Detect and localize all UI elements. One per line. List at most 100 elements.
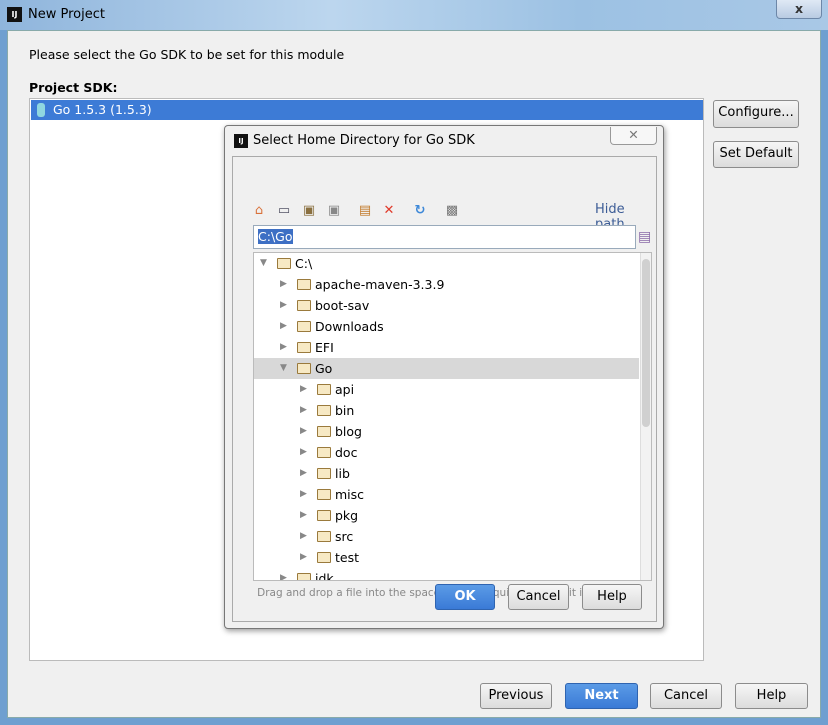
sdk-icon — [37, 103, 45, 117]
dialog-title: Select Home Directory for Go SDK — [253, 133, 475, 148]
tree-node-label: boot-sav — [315, 298, 370, 313]
tree-node-label: api — [335, 382, 355, 397]
cancel-button[interactable]: Cancel — [650, 683, 722, 709]
expand-down-icon[interactable]: ▼ — [260, 253, 267, 274]
next-button[interactable]: Next — [565, 683, 638, 709]
intellij-icon: IJ — [234, 134, 248, 148]
expand-right-icon[interactable]: ▶ — [300, 463, 307, 484]
tree-node[interactable]: ▶ pkg — [254, 505, 639, 526]
dialog-content: ⌂ ▭ ▣ ▣ ▤ ✕ ↻ ▩ Hide path C:\Go ▤ ▼C:\▶a… — [232, 156, 657, 622]
expand-right-icon[interactable]: ▶ — [300, 526, 307, 547]
tree-node[interactable]: ▶ lib — [254, 463, 639, 484]
folder-icon — [297, 300, 311, 311]
tree-scrollbar-thumb[interactable] — [642, 259, 650, 427]
tree-node-label: Downloads — [315, 319, 384, 334]
tree-node[interactable]: ▶ api — [254, 379, 639, 400]
expand-down-icon[interactable]: ▼ — [280, 358, 287, 379]
window-title: New Project — [28, 7, 105, 22]
home-icon[interactable]: ⌂ — [251, 203, 267, 219]
expand-right-icon[interactable]: ▶ — [300, 547, 307, 568]
tree-node[interactable]: ▶ EFI — [254, 337, 639, 358]
expand-right-icon[interactable]: ▶ — [300, 400, 307, 421]
expand-right-icon[interactable]: ▶ — [280, 316, 287, 337]
dialog-cancel-button[interactable]: Cancel — [508, 584, 569, 610]
folder-icon — [297, 279, 311, 290]
tree-node[interactable]: ▶ test — [254, 547, 639, 568]
tree-node-label: blog — [335, 424, 362, 439]
tree-node-label: pkg — [335, 508, 359, 523]
previous-button[interactable]: Previous — [480, 683, 552, 709]
desktop-icon[interactable]: ▭ — [276, 203, 292, 219]
window-close-button[interactable]: x — [776, 0, 822, 19]
folder-icon — [297, 573, 311, 580]
tree-node-label: test — [335, 550, 360, 565]
expand-right-icon[interactable]: ▶ — [300, 484, 307, 505]
expand-right-icon[interactable]: ▶ — [300, 379, 307, 400]
expand-right-icon[interactable]: ▶ — [280, 568, 287, 580]
tree-node[interactable]: ▶ bin — [254, 400, 639, 421]
tree-node[interactable]: ▼ Go — [254, 358, 639, 379]
folder-icon — [317, 531, 331, 542]
folder-icon — [317, 510, 331, 521]
expand-right-icon[interactable]: ▶ — [280, 295, 287, 316]
dialog-help-button[interactable]: Help — [582, 584, 642, 610]
expand-right-icon[interactable]: ▶ — [280, 274, 287, 295]
show-hidden-icon[interactable]: ▩ — [444, 203, 460, 219]
history-icon[interactable]: ▤ — [638, 229, 651, 245]
sdk-item-label: Go 1.5.3 (1.5.3) — [53, 102, 152, 117]
tree-node[interactable]: ▼ C:\ — [254, 253, 639, 274]
folder-icon — [317, 384, 331, 395]
folder-icon — [317, 447, 331, 458]
folder-icon — [317, 468, 331, 479]
help-button[interactable]: Help — [735, 683, 808, 709]
project-icon[interactable]: ▣ — [301, 203, 317, 219]
tree-node-label: apache-maven-3.3.9 — [315, 277, 445, 292]
tree-node[interactable]: ▶ Downloads — [254, 316, 639, 337]
tree-node-label: lib — [335, 466, 350, 481]
project-sdk-label: Project SDK: — [29, 80, 118, 95]
module-icon[interactable]: ▣ — [326, 203, 342, 219]
tree-node[interactable]: ▶ doc — [254, 442, 639, 463]
tree-node[interactable]: ▶ boot-sav — [254, 295, 639, 316]
title-bar: IJ New Project x — [0, 0, 828, 30]
folder-icon — [297, 342, 311, 353]
expand-right-icon[interactable]: ▶ — [300, 442, 307, 463]
directory-tree[interactable]: ▼ C:\ ▶ apache-maven-3.3.9 ▶ boot-sav ▶ Downloa… — [253, 252, 652, 581]
folder-icon — [317, 489, 331, 500]
ok-button[interactable]: OK — [435, 584, 495, 610]
tree-node-label: bin — [335, 403, 355, 418]
tree-node[interactable]: ▶ apache-maven-3.3.9 — [254, 274, 639, 295]
tree-node-label: EFI — [315, 340, 334, 355]
tree-node-label: src — [335, 529, 354, 544]
set-default-button[interactable]: Set Default — [713, 141, 799, 168]
path-input[interactable]: C:\Go — [253, 225, 636, 249]
tree-node-label: idk — [315, 571, 334, 581]
folder-icon — [317, 552, 331, 563]
delete-icon[interactable]: ✕ — [381, 203, 397, 219]
expand-right-icon[interactable]: ▶ — [300, 421, 307, 442]
prompt-text: Please select the Go SDK to be set for t… — [29, 47, 345, 62]
configure-button[interactable]: Configure... — [713, 100, 799, 128]
folder-icon — [297, 321, 311, 332]
select-home-dialog: IJ Select Home Directory for Go SDK ✕ ⌂ … — [224, 125, 664, 629]
sdk-list-item[interactable]: Go 1.5.3 (1.5.3) — [31, 100, 703, 120]
tree-node-label: misc — [335, 487, 365, 502]
tree-node-label: Go — [315, 361, 333, 376]
tree-node[interactable]: ▶ blog — [254, 421, 639, 442]
expand-right-icon[interactable]: ▶ — [300, 505, 307, 526]
dialog-close-button[interactable]: ✕ — [610, 127, 657, 145]
folder-icon — [317, 405, 331, 416]
tree-node-label: doc — [335, 445, 358, 460]
path-value: C:\Go — [258, 229, 293, 244]
refresh-icon[interactable]: ↻ — [412, 203, 428, 219]
expand-right-icon[interactable]: ▶ — [280, 337, 287, 358]
new-folder-icon[interactable]: ▤ — [357, 203, 373, 219]
tree-node[interactable]: ▶ src — [254, 526, 639, 547]
tree-node-label: C:\ — [295, 256, 313, 271]
folder-icon — [317, 426, 331, 437]
folder-icon — [297, 363, 311, 374]
tree-node[interactable]: ▶ idk — [254, 568, 639, 581]
folder-icon — [277, 258, 291, 269]
tree-node[interactable]: ▶ misc — [254, 484, 639, 505]
intellij-icon: IJ — [7, 7, 22, 22]
